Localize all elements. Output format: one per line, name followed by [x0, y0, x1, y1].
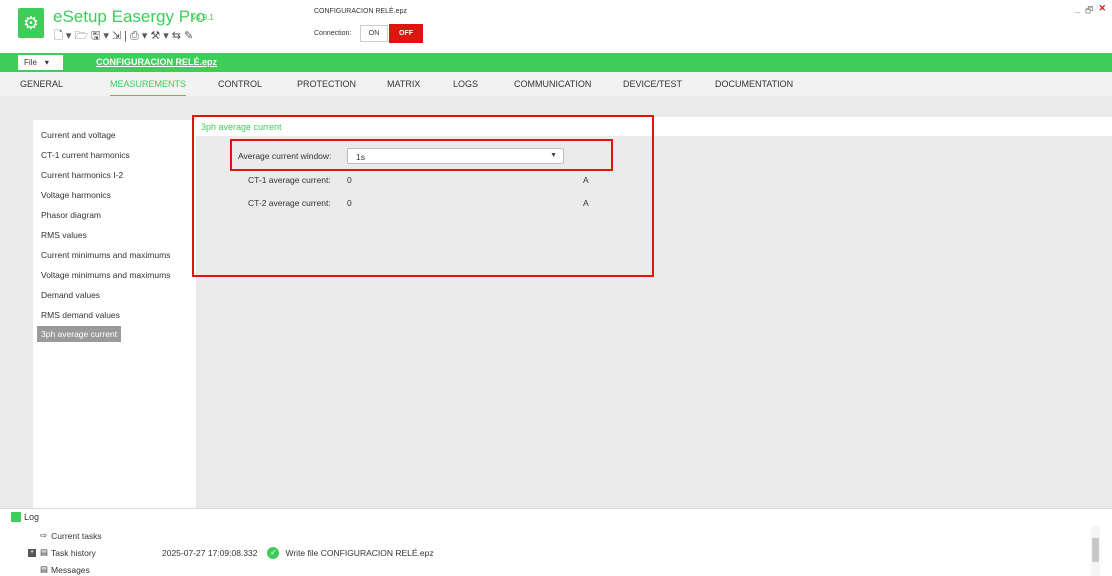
tab-control[interactable]: CONTROL: [218, 79, 262, 89]
log-current-tasks[interactable]: ⇨ Current tasks: [40, 530, 102, 541]
dropdown-icon[interactable]: ▾: [103, 30, 109, 42]
task-history-label: Task history: [51, 547, 96, 558]
sidebar-item-phasor-diagram[interactable]: Phasor diagram: [41, 210, 101, 220]
print-icon[interactable]: ⎙: [130, 30, 139, 42]
current-tasks-label: Current tasks: [51, 530, 102, 541]
arrow-right-icon: ⇨: [40, 530, 48, 540]
log-toggle-icon[interactable]: [11, 512, 21, 522]
edit-icon[interactable]: ✎: [184, 30, 193, 42]
open-folder-icon[interactable]: 🗁: [74, 30, 88, 42]
log-entry: 2025-07-27 17:09:08.332 ✓ Write file CON…: [162, 547, 434, 559]
chevron-down-icon: ▾: [44, 58, 49, 67]
sidebar-item-rms-demand-values[interactable]: RMS demand values: [41, 310, 120, 320]
compare-icon[interactable]: ⇆: [172, 30, 181, 42]
app-name: eSetup Easergy Pro: [53, 7, 206, 26]
log-scrollbar-thumb[interactable]: [1092, 538, 1099, 562]
export-icon[interactable]: ⇲: [112, 30, 121, 42]
tab-measurements[interactable]: MEASUREMENTS: [110, 79, 187, 97]
app-version: v4.9.1: [192, 13, 214, 22]
connection-on-button[interactable]: ON: [360, 25, 388, 42]
file-bar: File ▾ CONFIGURACION RELÉ.epz: [0, 53, 1112, 72]
file-menu-button[interactable]: File ▾: [18, 55, 63, 70]
log-entry-timestamp: 2025-07-27 17:09:08.332: [162, 548, 258, 558]
sidebar-item-demand-values[interactable]: Demand values: [41, 290, 100, 300]
sidebar-item-voltage-harmonics[interactable]: Voltage harmonics: [41, 190, 111, 200]
connection-label: Connection:: [314, 30, 352, 37]
success-check-icon: ✓: [267, 547, 280, 559]
log-title: Log: [24, 512, 40, 522]
tab-general[interactable]: GENERAL: [20, 79, 63, 89]
messages-label: Messages: [51, 564, 90, 575]
connection-off-button[interactable]: OFF: [389, 24, 423, 43]
file-menu-label: File: [24, 58, 37, 67]
tab-communication[interactable]: COMMUNICATION: [514, 79, 591, 89]
tools-icon[interactable]: ⚒: [150, 30, 160, 42]
dropdown-icon[interactable]: ▾: [163, 30, 169, 42]
sidebar-item-current-harmonics-i2[interactable]: Current harmonics I-2: [41, 170, 123, 180]
measurements-sidebar: Current and voltage CT-1 current harmoni…: [33, 120, 196, 508]
toolbar: 🗋 ▾ 🗁 🖫 ▾ ⇲ | ⎙ ▾ ⚒ ▾ ⇆ ✎: [54, 30, 193, 42]
new-file-icon[interactable]: 🗋: [54, 30, 63, 42]
window-file-title: CONFIGURACION RELÉ.epz: [314, 8, 407, 15]
dropdown-icon[interactable]: ▾: [142, 30, 148, 42]
separator: |: [124, 30, 128, 42]
messages-icon: ▤: [40, 564, 49, 574]
tab-protection[interactable]: PROTECTION: [297, 79, 356, 89]
highlight-box-window: [230, 139, 613, 171]
open-file-tab[interactable]: CONFIGURACION RELÉ.epz: [96, 57, 217, 67]
log-entry-text: Write file CONFIGURACION RELÉ.epz: [285, 548, 434, 558]
dropdown-icon[interactable]: ▾: [66, 30, 72, 42]
tab-documentation[interactable]: DOCUMENTATION: [715, 79, 793, 89]
sidebar-item-rms-values[interactable]: RMS values: [41, 230, 87, 240]
sidebar-item-3ph-average-current[interactable]: 3ph average current: [37, 326, 122, 342]
minimize-icon[interactable]: _: [1075, 3, 1080, 19]
sidebar-item-ct1-current-harmonics[interactable]: CT-1 current harmonics: [41, 150, 130, 160]
title-bar: ⚙ eSetup Easergy Pro v4.9.1 🗋 ▾ 🗁 🖫 ▾ ⇲ …: [0, 0, 1112, 50]
sidebar-item-current-min-max[interactable]: Current minimums and maximums: [41, 250, 170, 260]
log-panel: ⇨ Current tasks + ▤ Task history 2025-07…: [0, 524, 1112, 576]
window-controls: _ 🗗 ✕: [1075, 3, 1106, 19]
history-icon: ▤: [40, 547, 49, 557]
tab-logs[interactable]: LOGS: [453, 79, 478, 89]
main-tabs: GENERAL MEASUREMENTS CONTROL PROTECTION …: [0, 72, 1112, 97]
sidebar-item-voltage-min-max[interactable]: Voltage minimums and maximums: [41, 270, 170, 280]
expand-icon[interactable]: +: [28, 548, 36, 557]
tab-matrix[interactable]: MATRIX: [387, 79, 420, 89]
log-task-history[interactable]: + ▤ Task history: [28, 547, 96, 558]
log-header[interactable]: Log: [0, 508, 1112, 524]
sidebar-item-current-and-voltage[interactable]: Current and voltage: [41, 130, 116, 140]
close-icon[interactable]: ✕: [1098, 3, 1106, 19]
tab-device-test[interactable]: DEVICE/TEST: [623, 79, 682, 89]
app-logo-icon: ⚙: [18, 8, 44, 38]
save-icon[interactable]: 🖫: [91, 30, 100, 42]
restore-icon[interactable]: 🗗: [1085, 3, 1093, 19]
log-messages[interactable]: ▤ Messages: [40, 564, 90, 575]
